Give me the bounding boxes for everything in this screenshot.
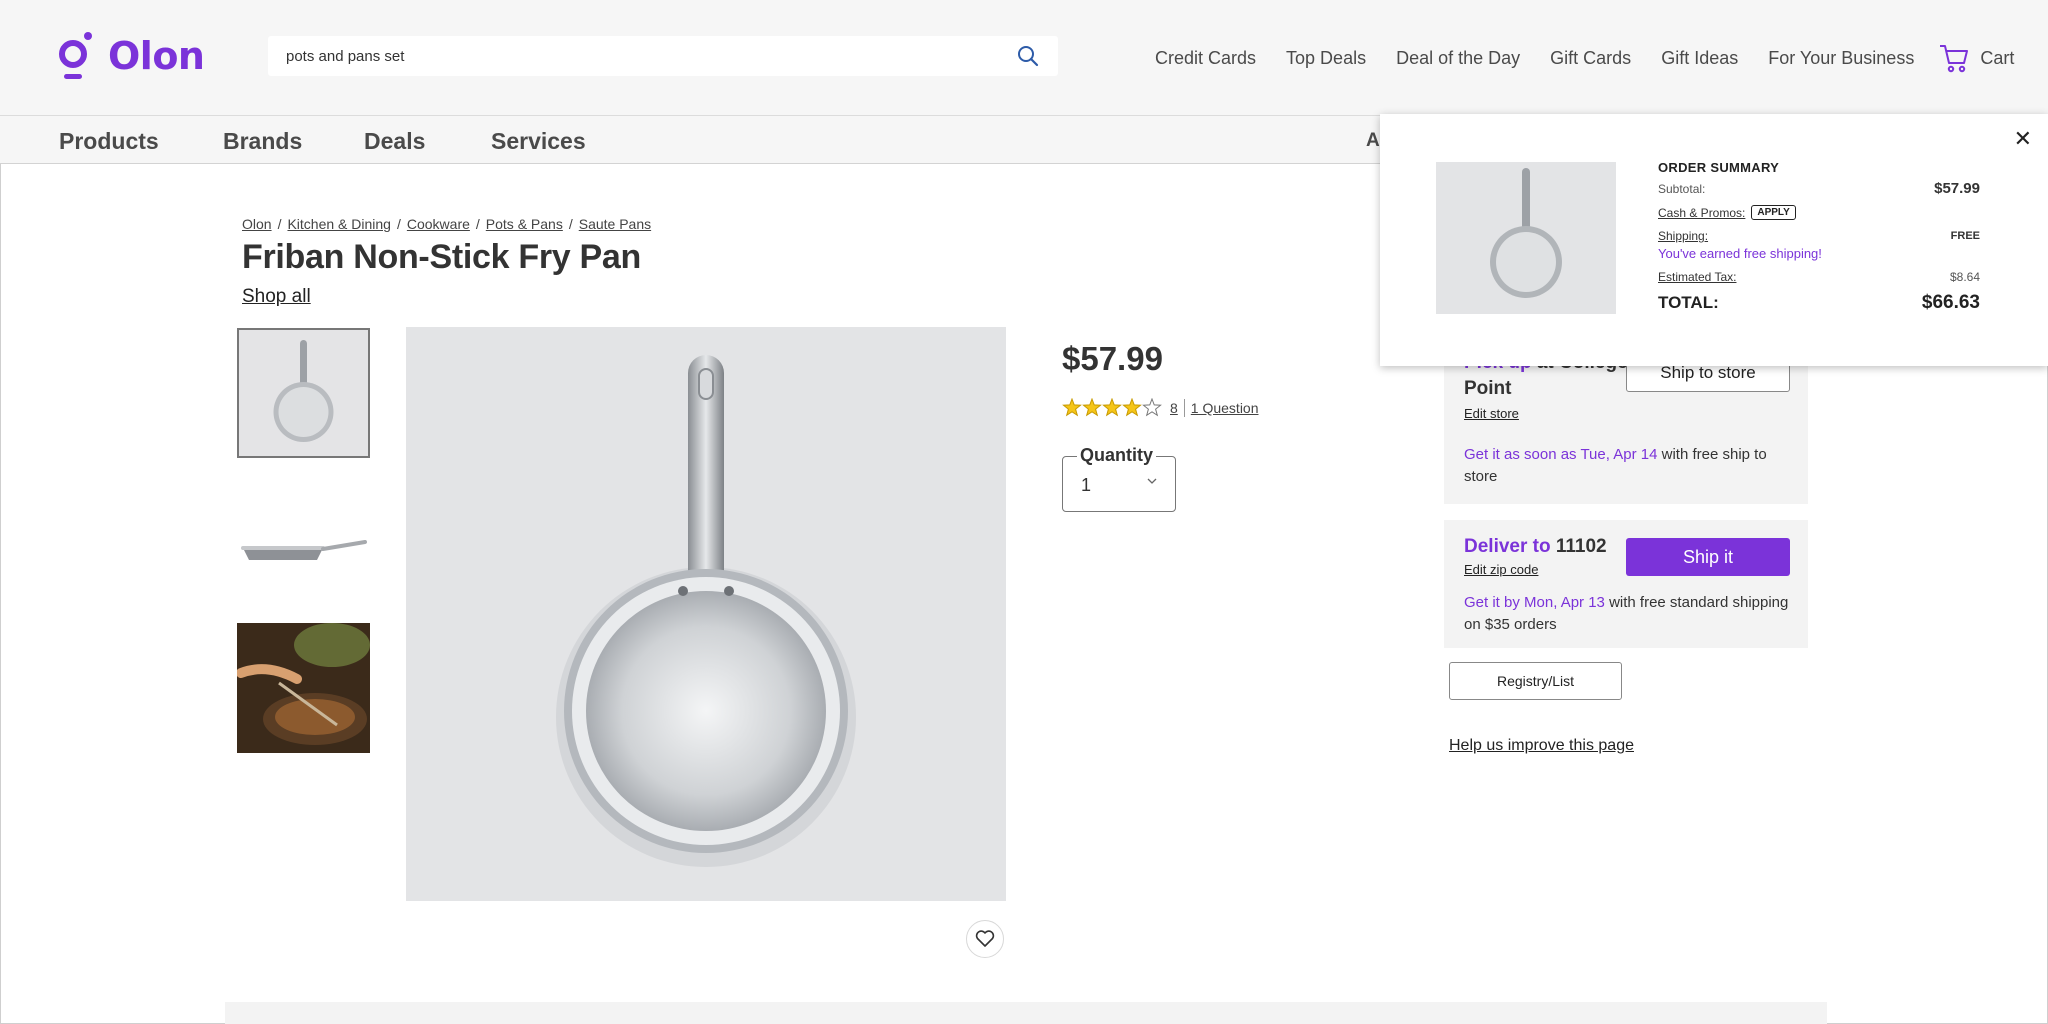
category-products[interactable]: Products (59, 128, 159, 155)
search-input[interactable]: pots and pans set (286, 48, 1016, 65)
quantity-value: 1 (1081, 475, 1092, 495)
category-services[interactable]: Services (491, 128, 586, 155)
deliver-heading: Deliver to 11102 (1464, 536, 1607, 557)
estimated-tax-label[interactable]: Estimated Tax: (1658, 270, 1736, 284)
cart-icon (1940, 45, 1969, 73)
heart-icon (975, 930, 995, 947)
registry-list-button[interactable]: Registry/List (1449, 662, 1622, 700)
fry-pan-icon (556, 355, 856, 867)
nav-top-deals[interactable]: Top Deals (1286, 48, 1366, 69)
breadcrumb-olon[interactable]: Olon (242, 216, 272, 232)
star-icon (1082, 398, 1102, 417)
search-icon[interactable] (1016, 44, 1040, 68)
total-label: TOTAL: (1658, 293, 1719, 312)
thumbnail-top-view[interactable] (237, 328, 370, 458)
logo-icon (59, 32, 92, 79)
nav-deal-of-the-day[interactable]: Deal of the Day (1396, 48, 1520, 69)
pan-top-icon (273, 340, 334, 442)
summary-product-image (1436, 162, 1616, 314)
breadcrumb: Olon / Kitchen & Dining / Cookware / Pots &… (242, 216, 652, 232)
thumbnail-side-view[interactable] (237, 486, 370, 616)
category-brands[interactable]: Brands (223, 128, 302, 155)
star-icon (1122, 398, 1142, 417)
summary-title: ORDER SUMMARY (1658, 160, 1780, 175)
breadcrumb-saute-pans[interactable]: Saute Pans (579, 216, 651, 232)
cart-label: Cart (1980, 47, 2015, 68)
top-nav: Credit Cards Top Deals Deal of the Day G… (1155, 42, 2014, 74)
thumbnail-cooking-photo[interactable] (237, 623, 370, 753)
ship-it-button[interactable]: Ship it (1626, 538, 1790, 576)
nav-gift-ideas[interactable]: Gift Ideas (1661, 48, 1738, 69)
apply-button[interactable]: APPLY (1751, 205, 1796, 220)
rating-row: 8 1 Question (1062, 398, 1259, 418)
quantity-label: Quantity (1077, 445, 1157, 466)
star-icon (1142, 398, 1162, 417)
edit-zip-link[interactable]: Edit zip code (1464, 562, 1538, 577)
category-deals[interactable]: Deals (364, 128, 425, 155)
star-icon (1062, 398, 1082, 417)
pan-side-icon (241, 540, 367, 560)
delivery-message: Get it by Mon, Apr 13 with free standard… (1464, 594, 1789, 633)
quantity-select[interactable]: Quantity 1 (1062, 445, 1176, 512)
favorite-button[interactable] (966, 920, 1004, 958)
nav-credit-cards[interactable]: Credit Cards (1155, 48, 1256, 69)
free-shipping-message: You've earned free shipping! (1658, 246, 1822, 261)
star-rating-icon[interactable] (1062, 398, 1166, 418)
shop-all-link[interactable]: Shop all (242, 286, 311, 308)
edit-store-link[interactable]: Edit store (1464, 406, 1519, 421)
logo[interactable]: Olon (58, 30, 205, 82)
total-value: $66.63 (1921, 292, 1980, 313)
cart-link[interactable]: Cart (1938, 42, 2014, 74)
search-bar[interactable]: pots and pans set (268, 36, 1058, 76)
estimated-tax-value: $8.64 (1949, 270, 1980, 284)
logo-text: Olon (108, 34, 205, 78)
main-product-image[interactable] (406, 327, 1006, 901)
questions-link[interactable]: 1 Question (1191, 400, 1259, 416)
delivery-option: Deliver to 11102 Edit zip code Ship it G… (1444, 520, 1808, 648)
product-price: $57.99 (1062, 340, 1163, 377)
rating-divider (1183, 399, 1185, 417)
fry-pan-small-icon (1490, 168, 1562, 298)
bottom-section (225, 1002, 1827, 1024)
nav-for-your-business[interactable]: For Your Business (1768, 48, 1914, 69)
nav-gift-cards[interactable]: Gift Cards (1550, 48, 1631, 69)
shipping-label[interactable]: Shipping: (1658, 229, 1708, 243)
order-summary-popup: ✕ ORDER SUMMARY Subtotal: $57.99 Cash & … (1380, 114, 2048, 366)
subtotal-value: $57.99 (1934, 180, 1980, 197)
chevron-down-icon (1147, 478, 1157, 484)
cash-promos-link[interactable]: Cash & Promos: (1658, 206, 1745, 220)
subtotal-label: Subtotal: (1658, 181, 1706, 196)
site-header: Olon pots and pans set Credit Cards Top … (0, 0, 2048, 116)
star-icon (1102, 398, 1122, 417)
cooking-photo-icon (237, 623, 370, 753)
shipping-value: FREE (1950, 230, 1980, 242)
breadcrumb-pots-pans[interactable]: Pots & Pans (486, 216, 563, 232)
review-count-link[interactable]: 8 (1170, 400, 1178, 416)
pickup-message: Get it as soon as Tue, Apr 14 with free … (1464, 446, 1767, 485)
product-title: Friban Non-Stick Fry Pan (242, 238, 641, 276)
breadcrumb-cookware[interactable]: Cookware (407, 216, 470, 232)
breadcrumb-kitchen-dining[interactable]: Kitchen & Dining (287, 216, 391, 232)
help-improve-link[interactable]: Help us improve this page (1449, 737, 1634, 755)
close-icon[interactable]: ✕ (2014, 126, 2032, 152)
